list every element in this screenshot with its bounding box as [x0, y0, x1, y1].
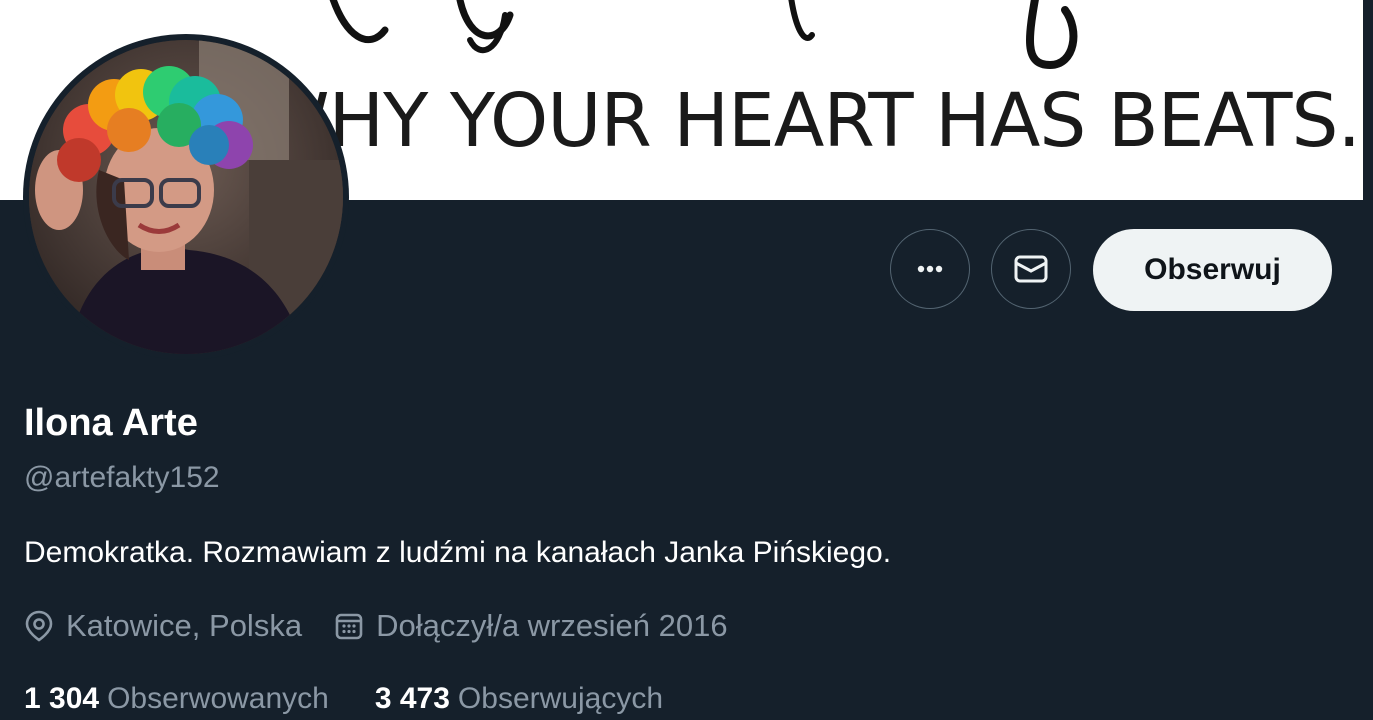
follow-button[interactable]: Obserwuj: [1093, 229, 1332, 311]
more-options-button[interactable]: [890, 229, 970, 309]
more-horizontal-icon: [917, 265, 943, 273]
message-button[interactable]: [991, 229, 1071, 309]
followers-label: Obserwujących: [457, 682, 663, 715]
calendar-icon: [335, 613, 363, 640]
profile-location: Katowice, Polska: [24, 608, 302, 644]
envelope-icon: [1014, 255, 1048, 283]
profile-meta: Katowice, Polska Dołączył/a wrzesień 201…: [24, 608, 728, 644]
profile-avatar[interactable]: [23, 34, 349, 360]
profile-page: T WHY YOUR HEART HAS BEATS. Obserwuj Ilo…: [0, 0, 1373, 720]
followers-count: 3 473: [374, 682, 450, 715]
profile-stats: 1 304 Obserwowanych 3 473 Obserwujących: [24, 682, 663, 716]
location-pin-icon: [25, 610, 53, 642]
avatar-illustration: [29, 40, 343, 354]
following-link[interactable]: 1 304 Obserwowanych: [24, 682, 329, 716]
avatar-photo: [29, 40, 343, 354]
followers-link[interactable]: 3 473 Obserwujących: [375, 682, 663, 716]
location-text: Katowice, Polska: [66, 608, 303, 643]
joined-text: Dołączył/a wrzesień 2016: [376, 608, 728, 643]
following-label: Obserwowanych: [107, 682, 329, 715]
profile-joined-date: Dołączył/a wrzesień 2016: [334, 608, 728, 644]
following-count: 1 304: [24, 682, 100, 715]
profile-display-name: Ilona Arte: [24, 402, 198, 444]
profile-bio: Demokratka. Rozmawiam z ludźmi na kanała…: [24, 536, 892, 569]
profile-handle: @artefakty152: [24, 461, 220, 494]
